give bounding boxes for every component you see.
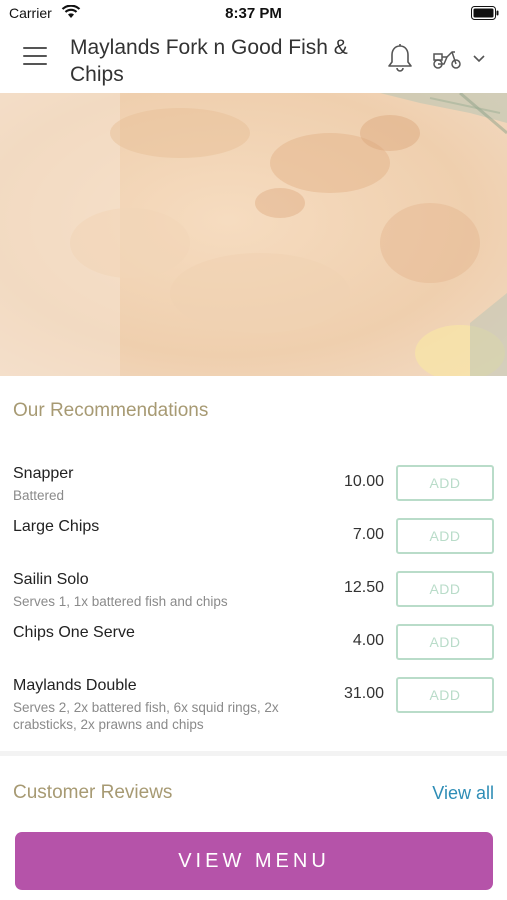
- app-header: Maylands Fork n Good Fish & Chips: [0, 26, 507, 92]
- item-description: Battered: [13, 488, 65, 503]
- item-price: 10.00: [343, 473, 384, 490]
- menu-item-large-chips: Large Chips 7.00 ADD: [0, 518, 507, 558]
- view-menu-button[interactable]: VIEW MENU: [15, 832, 493, 890]
- item-name: Snapper: [13, 465, 74, 482]
- add-button[interactable]: ADD: [396, 465, 494, 501]
- fish-and-chips-image: [0, 93, 507, 376]
- item-name: Large Chips: [13, 518, 100, 535]
- item-price: 12.50: [343, 579, 384, 596]
- recommendations-heading: Our Recommendations: [13, 400, 209, 421]
- menu-item-sailin-solo: Sailin Solo Serves 1, 1x battered fish a…: [0, 571, 507, 616]
- item-name: Maylands Double: [13, 677, 137, 694]
- item-name: Sailin Solo: [13, 571, 89, 588]
- section-divider: [0, 751, 507, 756]
- add-button[interactable]: ADD: [396, 624, 494, 660]
- chevron-down-icon[interactable]: [472, 54, 486, 64]
- item-description: Serves 2, 2x battered fish, 6x squid rin…: [13, 700, 279, 732]
- add-button[interactable]: ADD: [396, 571, 494, 607]
- menu-item-chips-one-serve: Chips One Serve 4.00 ADD: [0, 624, 507, 664]
- bell-icon[interactable]: [386, 43, 414, 73]
- item-price: 4.00: [352, 632, 384, 649]
- add-button[interactable]: ADD: [396, 518, 494, 554]
- add-button[interactable]: ADD: [396, 677, 494, 713]
- hamburger-menu-icon[interactable]: [23, 47, 47, 67]
- battery-icon: [471, 6, 499, 20]
- menu-item-maylands-double: Maylands Double Serves 2, 2x battered fi…: [0, 677, 507, 737]
- clock: 8:37 PM: [225, 5, 282, 22]
- item-price: 31.00: [343, 685, 384, 702]
- delivery-scooter-icon[interactable]: [432, 48, 462, 70]
- item-name: Chips One Serve: [13, 624, 135, 641]
- reviews-heading: Customer Reviews: [13, 782, 173, 803]
- menu-item-snapper: Snapper Battered 10.00 ADD: [0, 465, 507, 515]
- page-title: Maylands Fork n Good Fish & Chips: [70, 36, 348, 86]
- hero-food-image: [0, 93, 507, 376]
- item-description: Serves 1, 1x battered fish and chips: [13, 594, 228, 609]
- status-bar: Carrier 8:37 PM: [0, 0, 507, 26]
- view-all-reviews-link[interactable]: View all: [432, 783, 494, 804]
- item-price: 7.00: [352, 526, 384, 543]
